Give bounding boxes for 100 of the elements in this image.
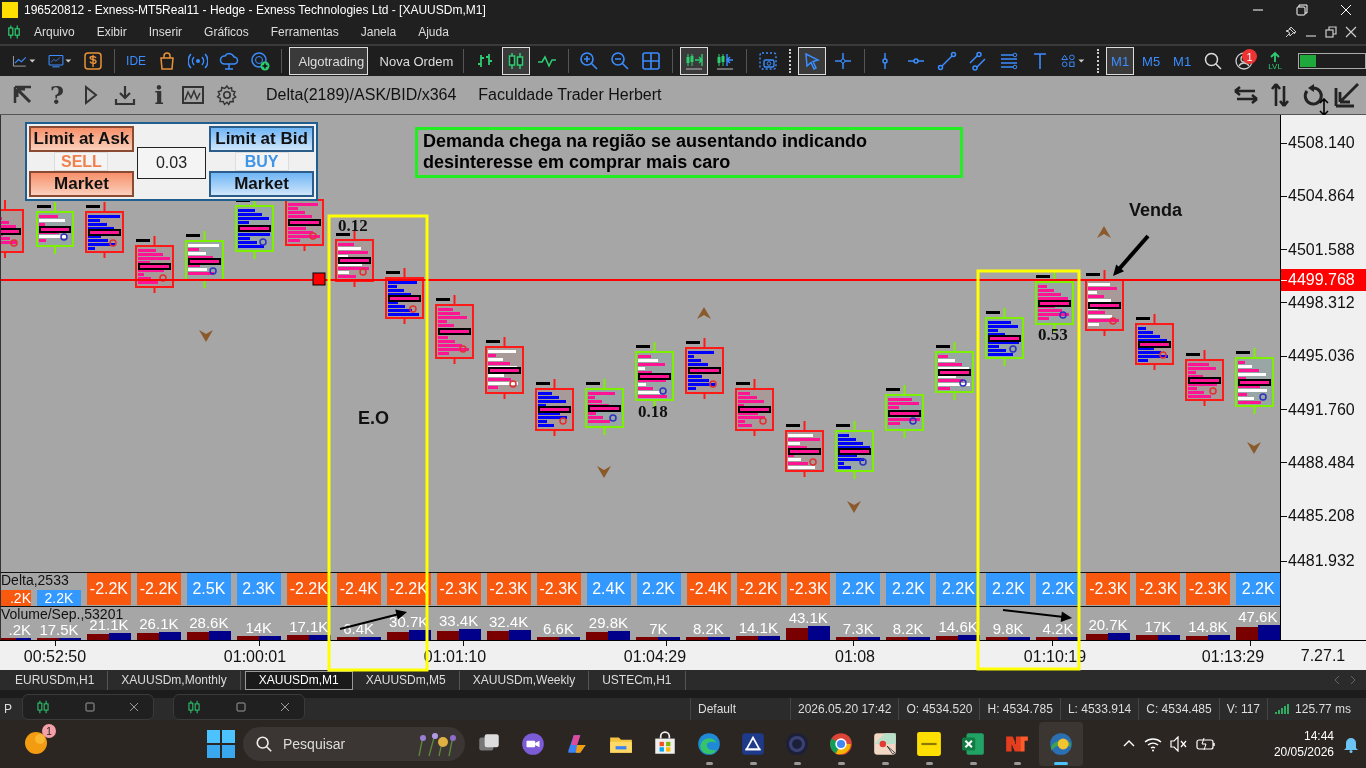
app-icon[interactable] <box>916 731 942 757</box>
tool-glyph[interactable]: ? <box>49 80 65 110</box>
market-sell-button[interactable]: Market <box>29 171 134 197</box>
cloud-icon[interactable] <box>219 51 240 71</box>
scroll-right-icon[interactable] <box>1350 676 1356 684</box>
volume-bar <box>1036 637 1080 640</box>
download-icon[interactable] <box>114 84 136 106</box>
volume-bar <box>236 636 281 640</box>
corner-arrow-icon[interactable] <box>12 84 34 106</box>
clock-date[interactable]: 20/05/2026 <box>1273 744 1334 760</box>
paint-icon[interactable] <box>872 731 898 757</box>
search-icon[interactable] <box>1203 51 1224 71</box>
autoscroll-icon[interactable] <box>684 51 704 71</box>
timeframe-button[interactable]: M1 <box>1106 47 1135 75</box>
chart-label: E.O <box>358 408 389 428</box>
price-label: 4495.036 <box>1281 347 1355 366</box>
account-icon[interactable] <box>1234 51 1255 71</box>
horizontal-arrows-icon[interactable] <box>1232 83 1260 107</box>
chart-shift-icon[interactable] <box>715 51 735 71</box>
tool-glyph[interactable]: i <box>154 80 164 110</box>
footprint-candle <box>1185 349 1224 407</box>
browser-icon[interactable] <box>696 731 722 757</box>
ide-button[interactable]: IDE <box>122 47 151 75</box>
zoom-in-icon[interactable] <box>579 51 600 71</box>
volume-field[interactable]: 0.03 <box>136 147 207 179</box>
zoom-out-icon[interactable] <box>610 51 631 71</box>
chart-tab[interactable]: USTECm,H1 <box>589 670 686 690</box>
timeframe-button[interactable]: M5 <box>1137 47 1166 75</box>
delta-bar: -2.3K <box>536 573 581 605</box>
close-icon[interactable] <box>129 702 139 712</box>
chart-tab[interactable]: EURUSDm,H1 <box>2 670 109 690</box>
delta-bar: 2.2K <box>1236 573 1280 605</box>
footprint-candle <box>935 341 974 401</box>
menu-item[interactable]: Gráficos <box>204 25 249 39</box>
maximize-icon[interactable] <box>236 702 246 712</box>
chart-frame-icon[interactable] <box>181 84 205 106</box>
speaker-muted-icon[interactable] <box>1169 736 1188 752</box>
footprint-candle <box>185 230 224 289</box>
trading-app-icon[interactable] <box>1048 731 1074 757</box>
chart-tab[interactable]: XAUUSDm,Monthly <box>108 670 241 690</box>
scroll-left-icon[interactable] <box>1334 676 1340 684</box>
search-field[interactable]: Pesquisar <box>243 727 465 761</box>
limit-buy-button[interactable]: Limit at Bid <box>209 126 314 152</box>
unpin-icon[interactable] <box>1284 25 1298 39</box>
settings-icon[interactable] <box>216 84 238 106</box>
time-label: 01:04:29 <box>623 648 687 666</box>
screenshot-icon[interactable] <box>757 51 778 71</box>
sell-label: SELL <box>54 152 109 171</box>
market-buy-button[interactable]: Market <box>209 171 314 197</box>
footprint-candle <box>385 267 424 325</box>
restore-icon[interactable] <box>1324 25 1338 39</box>
arrow <box>1002 609 1072 622</box>
price-label: 4498.312 <box>1281 293 1355 312</box>
timeframe-button[interactable]: M1 <box>1168 47 1197 75</box>
browser-icon[interactable] <box>828 731 854 757</box>
dollar-icon[interactable] <box>83 51 104 71</box>
toolbar-button[interactable]: Nova Ordem <box>370 47 456 75</box>
channel-icon[interactable] <box>968 51 989 71</box>
close-icon[interactable] <box>1344 25 1358 39</box>
menu-item[interactable]: Ferramentas <box>270 25 339 39</box>
menu-item[interactable]: Exibir <box>96 25 127 39</box>
trendline-icon[interactable] <box>937 51 958 71</box>
scanner-icon[interactable] <box>740 731 766 757</box>
signal-icon[interactable] <box>188 51 209 71</box>
menu-item[interactable]: Inserir <box>148 25 183 39</box>
delta-bar: -2.2K <box>736 573 781 605</box>
chart-tab[interactable]: XAUUSDm,Weekly <box>459 670 590 690</box>
battery-icon[interactable] <box>1195 736 1216 752</box>
menu-item[interactable]: Ajuda <box>418 25 449 39</box>
close-icon[interactable] <box>280 702 290 712</box>
start-icon[interactable] <box>205 728 237 760</box>
restore-icon[interactable] <box>1296 4 1308 16</box>
level-button[interactable]: LVL <box>1261 47 1290 75</box>
window-preview[interactable] <box>22 694 154 720</box>
bell-icon[interactable] <box>1342 735 1360 753</box>
toolbar-button[interactable]: Algotrading <box>288 47 368 75</box>
menu-item[interactable]: Arquivo <box>34 25 75 39</box>
fibonacci-icon[interactable] <box>999 51 1020 71</box>
current-price-label: 4499.768 <box>1281 269 1366 291</box>
crosshair-icon[interactable] <box>832 51 853 71</box>
globe-plus-icon[interactable] <box>250 51 271 71</box>
spreadsheet-icon[interactable] <box>960 731 986 757</box>
price-marker[interactable] <box>312 272 326 286</box>
vertical-arrows-icon[interactable] <box>1268 81 1292 109</box>
chart-tab[interactable]: XAUUSDm,M1 <box>244 670 353 690</box>
menu-item[interactable]: Janela <box>360 25 397 39</box>
clock-time[interactable]: 14:44 <box>1303 728 1334 744</box>
shrink-icon[interactable] <box>1334 82 1360 108</box>
video-call-icon[interactable] <box>520 731 546 757</box>
author-label: Faculdade Trader Herbert <box>478 86 662 104</box>
grid-icon[interactable] <box>641 51 662 71</box>
store-icon[interactable] <box>652 731 678 757</box>
wifi-icon[interactable] <box>1143 736 1162 752</box>
maximize-icon[interactable] <box>85 702 95 712</box>
delta-bar: -2.2K <box>386 573 431 605</box>
limit-sell-button[interactable]: Limit at Ask <box>29 126 134 152</box>
buy-label: BUY <box>234 152 289 171</box>
chart-tab[interactable]: XAUUSDm,M5 <box>352 670 460 690</box>
volume-bar <box>586 631 631 640</box>
window-preview[interactable] <box>173 694 305 720</box>
